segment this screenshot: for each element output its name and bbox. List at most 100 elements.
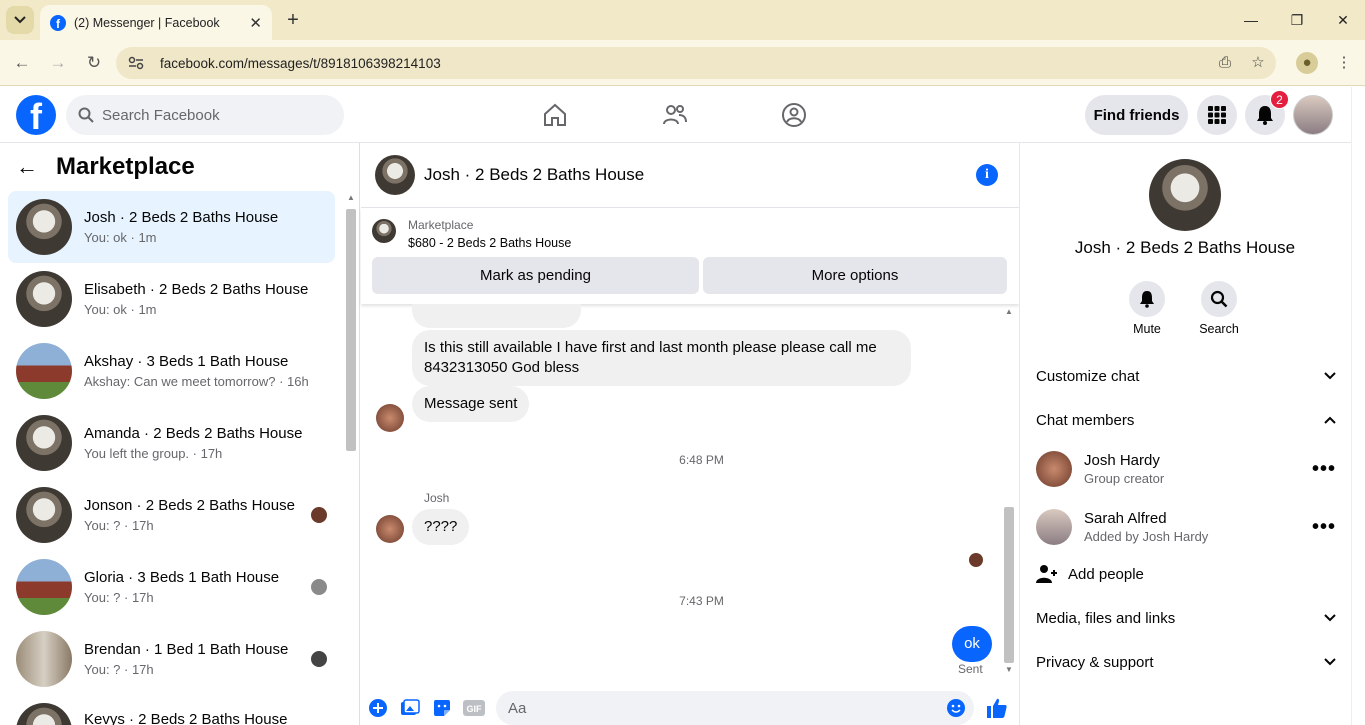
conversation-item[interactable]: Jonson · 2 Beds 2 Baths House You: ? · 17… <box>8 479 335 551</box>
conversation-preview: You left the group. · 17h <box>84 446 223 461</box>
more-options-button[interactable]: More options <box>703 257 1007 294</box>
friends-icon[interactable] <box>660 100 690 130</box>
chat-title[interactable]: Josh · 2 Beds 2 Baths House <box>424 165 644 185</box>
mute-button[interactable]: Mute <box>1117 281 1177 336</box>
info-icon[interactable]: i <box>976 164 998 186</box>
scroll-up-icon[interactable]: ▲ <box>1005 307 1013 316</box>
close-tab-icon[interactable]: ✕ <box>249 14 262 32</box>
emoji-icon[interactable] <box>946 698 966 718</box>
scrollbar-thumb[interactable] <box>346 209 356 451</box>
listing-thumbnail[interactable] <box>372 219 396 243</box>
page-scrollbar[interactable] <box>1351 87 1365 725</box>
gif-icon[interactable]: GIF <box>463 698 485 718</box>
browser-menu-icon[interactable]: ⋮ <box>1333 52 1355 74</box>
more-options-icon[interactable]: ••• <box>1312 458 1336 481</box>
chat-details-avatar[interactable] <box>1149 159 1221 231</box>
member-row[interactable]: Sarah Alfred Added by Josh Hardy ••• <box>1036 502 1336 552</box>
facebook-search[interactable] <box>66 95 344 135</box>
chat-members-section[interactable]: Chat members <box>1028 400 1344 440</box>
sent-message-bubble: ok <box>952 626 992 662</box>
add-people-button[interactable]: Add people <box>1036 550 1336 598</box>
conversation-name: Brendan · 1 Bed 1 Bath House <box>84 641 289 658</box>
install-app-icon[interactable]: ⎙ <box>1214 52 1236 74</box>
conversation-list-scrollbar[interactable]: ▲ <box>344 193 358 725</box>
conversation-name: Jonson · 2 Beds 2 Baths House <box>84 497 295 514</box>
scroll-down-icon[interactable]: ▼ <box>1005 665 1013 674</box>
listing-avatar <box>16 343 72 399</box>
groups-icon[interactable] <box>779 100 809 130</box>
privacy-support-section[interactable]: Privacy & support <box>1028 642 1344 682</box>
customize-chat-section[interactable]: Customize chat <box>1028 356 1344 396</box>
message-bubble <box>412 304 581 328</box>
conversation-item[interactable]: Gloria · 3 Beds 1 Bath House You: ? · 17h <box>8 551 335 623</box>
listing-price-title[interactable]: $680 - 2 Beds 2 Baths House <box>408 236 571 250</box>
new-tab-button[interactable]: + <box>282 9 304 31</box>
read-receipt-avatar <box>311 651 327 667</box>
search-icon <box>1210 290 1228 308</box>
conversation-name: Akshay · 3 Beds 1 Bath House <box>84 353 289 370</box>
find-friends-button[interactable]: Find friends <box>1085 95 1188 135</box>
address-bar[interactable]: facebook.com/messages/t/8918106398214103 <box>116 47 1276 79</box>
close-window-button[interactable]: ✕ <box>1331 8 1355 32</box>
chevron-down-icon <box>1324 614 1336 622</box>
listing-avatar <box>16 487 72 543</box>
sticker-icon[interactable] <box>432 698 452 718</box>
section-label: Privacy & support <box>1036 653 1154 671</box>
listing-avatar <box>16 631 72 687</box>
photo-icon[interactable] <box>400 698 420 718</box>
conversation-name: Kevys · 2 Beds 2 Baths House <box>84 711 288 725</box>
tab-search-button[interactable] <box>6 6 34 34</box>
restore-button[interactable]: ❐ <box>1285 8 1309 32</box>
search-in-chat-button[interactable]: Search <box>1189 281 1249 336</box>
conversation-item[interactable]: Josh · 2 Beds 2 Baths House You: ok · 1m <box>8 191 335 263</box>
chat-scrollbar[interactable]: ▲ ▼ <box>1002 307 1016 677</box>
conversation-item[interactable]: Kevys · 2 Beds 2 Baths House <box>8 695 335 725</box>
reload-button[interactable]: ↻ <box>82 51 106 75</box>
member-row[interactable]: Josh Hardy Group creator ••• <box>1036 444 1336 494</box>
scroll-up-icon[interactable]: ▲ <box>347 193 355 202</box>
conversation-item[interactable]: Akshay · 3 Beds 1 Bath House Akshay: Can … <box>8 335 335 407</box>
member-role: Added by Josh Hardy <box>1084 529 1209 544</box>
scrollbar-thumb[interactable] <box>1004 507 1014 663</box>
conversation-item[interactable]: Elisabeth · 2 Beds 2 Baths House You: ok … <box>8 263 335 335</box>
conversation-preview: You: ? · 17h <box>84 518 154 533</box>
message-input[interactable] <box>496 691 974 725</box>
conversation-name: Josh · 2 Beds 2 Baths House <box>84 209 279 226</box>
minimize-button[interactable]: — <box>1239 8 1263 32</box>
notification-badge: 2 <box>1270 90 1289 109</box>
media-files-links-section[interactable]: Media, files and links <box>1028 598 1344 638</box>
account-avatar[interactable] <box>1293 95 1333 135</box>
conversation-name: Elisabeth · 2 Beds 2 Baths House <box>84 281 309 298</box>
browser-tab[interactable]: f (2) Messenger | Facebook ✕ <box>40 5 272 40</box>
timestamp-text: 6:48 PM <box>679 453 724 467</box>
conversation-preview: You: ? · 17h <box>84 662 154 677</box>
thumbs-up-icon[interactable] <box>986 697 1008 719</box>
forward-button[interactable]: → <box>46 51 70 75</box>
conversation-item[interactable]: Amanda · 2 Beds 2 Baths House You left th… <box>8 407 335 479</box>
mute-label: Mute <box>1133 322 1161 336</box>
chat-avatar[interactable] <box>375 155 415 195</box>
chevron-down-icon <box>1324 372 1336 380</box>
menu-grid-icon[interactable] <box>1197 95 1237 135</box>
sent-status: Sent <box>958 662 983 676</box>
josh-avatar <box>376 515 404 543</box>
page-title: Marketplace <box>56 153 195 180</box>
home-icon[interactable] <box>540 100 570 130</box>
mark-as-pending-button[interactable]: Mark as pending <box>372 257 699 294</box>
more-options-icon[interactable]: ••• <box>1312 516 1336 539</box>
conversation-preview: You: ok · 1m <box>84 230 157 245</box>
site-settings-icon[interactable] <box>128 56 144 70</box>
profile-icon[interactable]: ● <box>1296 52 1318 74</box>
back-arrow-icon[interactable]: ← <box>16 154 48 180</box>
back-button[interactable]: ← <box>10 51 34 75</box>
plus-icon[interactable] <box>368 698 388 718</box>
message-bubble: ???? <box>412 509 470 545</box>
search-input[interactable] <box>102 106 322 124</box>
chat-header: Josh · 2 Beds 2 Baths House <box>361 143 1019 208</box>
facebook-logo[interactable]: f <box>16 95 56 135</box>
bookmark-star-icon[interactable]: ☆ <box>1247 52 1269 74</box>
read-receipt-avatar <box>311 579 327 595</box>
conversation-item[interactable]: Brendan · 1 Bed 1 Bath House You: ? · 17h <box>8 623 335 695</box>
chevron-up-icon <box>1324 416 1336 424</box>
sender-name: Josh <box>424 491 450 505</box>
